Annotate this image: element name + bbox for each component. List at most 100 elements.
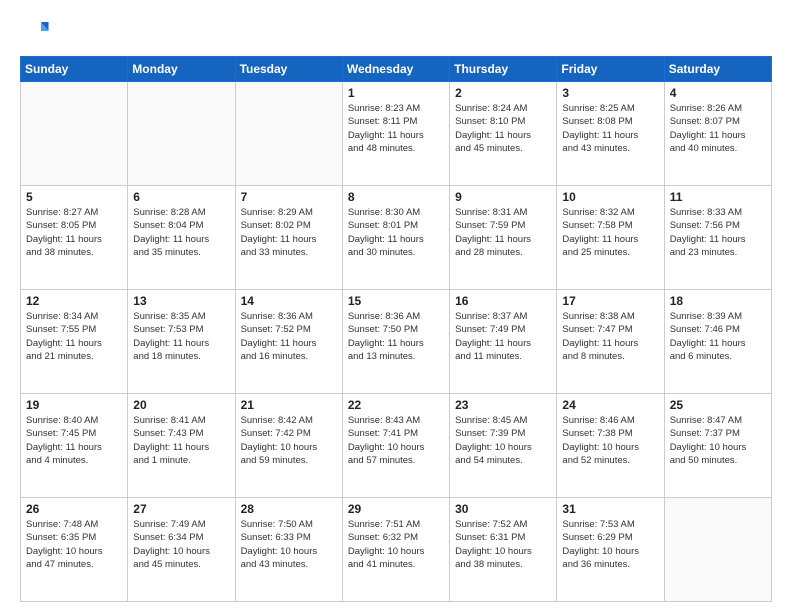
day-number: 27 xyxy=(133,502,229,516)
col-header-sunday: Sunday xyxy=(21,57,128,82)
col-header-thursday: Thursday xyxy=(450,57,557,82)
calendar-cell: 20 Sunrise: 8:41 AM Sunset: 7:43 PM Dayli… xyxy=(128,394,235,498)
day-info: Sunrise: 8:45 AM Sunset: 7:39 PM Dayligh… xyxy=(455,414,551,467)
calendar-cell: 21 Sunrise: 8:42 AM Sunset: 7:42 PM Dayli… xyxy=(235,394,342,498)
calendar-cell: 25 Sunrise: 8:47 AM Sunset: 7:37 PM Dayli… xyxy=(664,394,771,498)
calendar-cell: 11Sunrise: 8:33 AM Sunset: 7:56 PM Dayli… xyxy=(664,186,771,290)
calendar-cell: 3 Sunrise: 8:25 AM Sunset: 8:08 PM Daylig… xyxy=(557,82,664,186)
calendar-cell: 15Sunrise: 8:36 AM Sunset: 7:50 PM Dayli… xyxy=(342,290,449,394)
day-info: Sunrise: 7:48 AM Sunset: 6:35 PM Dayligh… xyxy=(26,518,122,571)
day-number: 3 xyxy=(562,86,658,100)
day-number: 31 xyxy=(562,502,658,516)
calendar-cell: 2Sunrise: 8:24 AM Sunset: 8:10 PM Daylig… xyxy=(450,82,557,186)
day-number: 14 xyxy=(241,294,337,308)
day-number: 6 xyxy=(133,190,229,204)
day-number: 18 xyxy=(670,294,766,308)
day-info: Sunrise: 8:40 AM Sunset: 7:45 PM Dayligh… xyxy=(26,414,122,467)
day-info: Sunrise: 8:46 AM Sunset: 7:38 PM Dayligh… xyxy=(562,414,658,467)
day-number: 5 xyxy=(26,190,122,204)
col-header-tuesday: Tuesday xyxy=(235,57,342,82)
calendar-cell: 7Sunrise: 8:29 AM Sunset: 8:02 PM Daylig… xyxy=(235,186,342,290)
day-number: 16 xyxy=(455,294,551,308)
page: SundayMondayTuesdayWednesdayThursdayFrid… xyxy=(0,0,792,612)
header xyxy=(20,16,772,46)
day-number: 10 xyxy=(562,190,658,204)
day-number: 24 xyxy=(562,398,658,412)
week-row-4: 19 Sunrise: 8:40 AM Sunset: 7:45 PM Dayli… xyxy=(21,394,772,498)
day-info: Sunrise: 8:30 AM Sunset: 8:01 PM Dayligh… xyxy=(348,206,444,259)
day-info: Sunrise: 8:39 AM Sunset: 7:46 PM Dayligh… xyxy=(670,310,766,363)
calendar-cell: 24 Sunrise: 8:46 AM Sunset: 7:38 PM Dayli… xyxy=(557,394,664,498)
day-info: Sunrise: 8:25 AM Sunset: 8:08 PM Dayligh… xyxy=(562,102,658,155)
week-row-2: 5 Sunrise: 8:27 AM Sunset: 8:05 PM Daylig… xyxy=(21,186,772,290)
day-info: Sunrise: 8:37 AM Sunset: 7:49 PM Dayligh… xyxy=(455,310,551,363)
day-info: Sunrise: 8:31 AM Sunset: 7:59 PM Dayligh… xyxy=(455,206,551,259)
day-info: Sunrise: 8:38 AM Sunset: 7:47 PM Dayligh… xyxy=(562,310,658,363)
day-info: Sunrise: 8:47 AM Sunset: 7:37 PM Dayligh… xyxy=(670,414,766,467)
calendar-cell: 31 Sunrise: 7:53 AM Sunset: 6:29 PM Dayli… xyxy=(557,498,664,602)
day-info: Sunrise: 8:24 AM Sunset: 8:10 PM Dayligh… xyxy=(455,102,551,155)
day-number: 4 xyxy=(670,86,766,100)
day-number: 20 xyxy=(133,398,229,412)
calendar-cell: 9 Sunrise: 8:31 AM Sunset: 7:59 PM Daylig… xyxy=(450,186,557,290)
day-number: 23 xyxy=(455,398,551,412)
day-info: Sunrise: 8:41 AM Sunset: 7:43 PM Dayligh… xyxy=(133,414,229,467)
calendar-table: SundayMondayTuesdayWednesdayThursdayFrid… xyxy=(20,56,772,602)
day-number: 22 xyxy=(348,398,444,412)
col-header-saturday: Saturday xyxy=(664,57,771,82)
calendar-cell: 28 Sunrise: 7:50 AM Sunset: 6:33 PM Dayli… xyxy=(235,498,342,602)
day-info: Sunrise: 7:53 AM Sunset: 6:29 PM Dayligh… xyxy=(562,518,658,571)
calendar-cell: 10Sunrise: 8:32 AM Sunset: 7:58 PM Dayli… xyxy=(557,186,664,290)
day-number: 12 xyxy=(26,294,122,308)
col-header-friday: Friday xyxy=(557,57,664,82)
day-info: Sunrise: 7:49 AM Sunset: 6:34 PM Dayligh… xyxy=(133,518,229,571)
day-info: Sunrise: 8:42 AM Sunset: 7:42 PM Dayligh… xyxy=(241,414,337,467)
logo xyxy=(20,16,54,46)
calendar-cell xyxy=(21,82,128,186)
day-info: Sunrise: 8:34 AM Sunset: 7:55 PM Dayligh… xyxy=(26,310,122,363)
day-number: 28 xyxy=(241,502,337,516)
day-info: Sunrise: 7:50 AM Sunset: 6:33 PM Dayligh… xyxy=(241,518,337,571)
day-number: 9 xyxy=(455,190,551,204)
day-info: Sunrise: 7:52 AM Sunset: 6:31 PM Dayligh… xyxy=(455,518,551,571)
calendar-cell: 29 Sunrise: 7:51 AM Sunset: 6:32 PM Dayli… xyxy=(342,498,449,602)
day-number: 19 xyxy=(26,398,122,412)
day-number: 30 xyxy=(455,502,551,516)
day-number: 21 xyxy=(241,398,337,412)
calendar-cell: 16 Sunrise: 8:37 AM Sunset: 7:49 PM Dayli… xyxy=(450,290,557,394)
day-info: Sunrise: 8:27 AM Sunset: 8:05 PM Dayligh… xyxy=(26,206,122,259)
day-number: 15 xyxy=(348,294,444,308)
day-info: Sunrise: 7:51 AM Sunset: 6:32 PM Dayligh… xyxy=(348,518,444,571)
week-row-3: 12 Sunrise: 8:34 AM Sunset: 7:55 PM Dayli… xyxy=(21,290,772,394)
calendar-cell xyxy=(235,82,342,186)
day-number: 13 xyxy=(133,294,229,308)
week-row-5: 26 Sunrise: 7:48 AM Sunset: 6:35 PM Dayli… xyxy=(21,498,772,602)
day-number: 26 xyxy=(26,502,122,516)
calendar-cell: 12 Sunrise: 8:34 AM Sunset: 7:55 PM Dayli… xyxy=(21,290,128,394)
calendar-cell: 5 Sunrise: 8:27 AM Sunset: 8:05 PM Daylig… xyxy=(21,186,128,290)
logo-icon xyxy=(20,16,50,46)
calendar-cell: 30 Sunrise: 7:52 AM Sunset: 6:31 PM Dayli… xyxy=(450,498,557,602)
calendar-cell: 8 Sunrise: 8:30 AM Sunset: 8:01 PM Daylig… xyxy=(342,186,449,290)
day-number: 1 xyxy=(348,86,444,100)
calendar-cell: 17 Sunrise: 8:38 AM Sunset: 7:47 PM Dayli… xyxy=(557,290,664,394)
calendar-cell: 18 Sunrise: 8:39 AM Sunset: 7:46 PM Dayli… xyxy=(664,290,771,394)
calendar-cell: 27 Sunrise: 7:49 AM Sunset: 6:34 PM Dayli… xyxy=(128,498,235,602)
day-number: 11 xyxy=(670,190,766,204)
day-number: 17 xyxy=(562,294,658,308)
calendar-cell xyxy=(664,498,771,602)
day-number: 8 xyxy=(348,190,444,204)
calendar-cell: 4Sunrise: 8:26 AM Sunset: 8:07 PM Daylig… xyxy=(664,82,771,186)
day-info: Sunrise: 8:28 AM Sunset: 8:04 PM Dayligh… xyxy=(133,206,229,259)
col-header-monday: Monday xyxy=(128,57,235,82)
day-info: Sunrise: 8:36 AM Sunset: 7:52 PM Dayligh… xyxy=(241,310,337,363)
calendar-cell: 23 Sunrise: 8:45 AM Sunset: 7:39 PM Dayli… xyxy=(450,394,557,498)
day-number: 25 xyxy=(670,398,766,412)
day-info: Sunrise: 8:23 AM Sunset: 8:11 PM Dayligh… xyxy=(348,102,444,155)
day-number: 29 xyxy=(348,502,444,516)
day-info: Sunrise: 8:43 AM Sunset: 7:41 PM Dayligh… xyxy=(348,414,444,467)
calendar-cell: 14 Sunrise: 8:36 AM Sunset: 7:52 PM Dayli… xyxy=(235,290,342,394)
calendar-cell xyxy=(128,82,235,186)
calendar-cell: 6 Sunrise: 8:28 AM Sunset: 8:04 PM Daylig… xyxy=(128,186,235,290)
day-info: Sunrise: 8:29 AM Sunset: 8:02 PM Dayligh… xyxy=(241,206,337,259)
